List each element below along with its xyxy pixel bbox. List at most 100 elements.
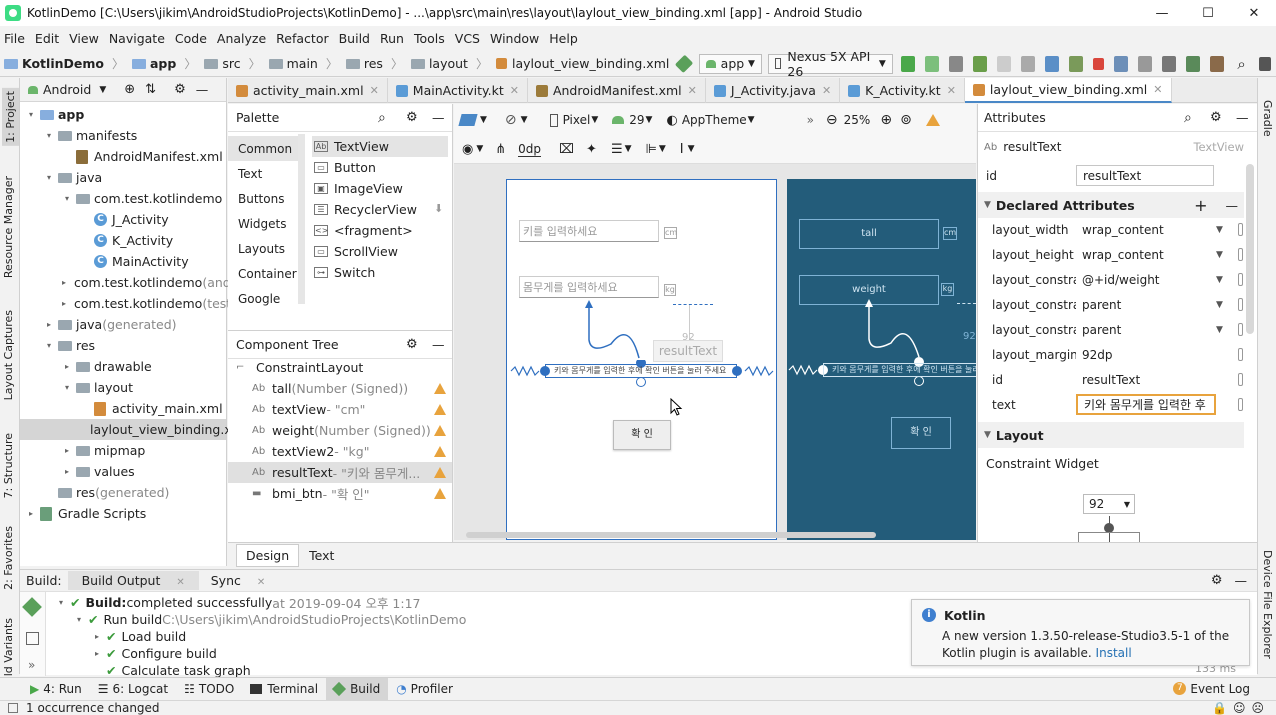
gear-icon[interactable]: ⚙ bbox=[406, 110, 418, 125]
coverage-icon[interactable] bbox=[948, 55, 963, 72]
blueprint-result[interactable]: 키와 몸무게를 입력한 후에 확인 버튼을 눌러 주세요 bbox=[823, 363, 976, 377]
warning-icon[interactable] bbox=[925, 114, 940, 126]
clear-constraints-icon[interactable]: ⌧ bbox=[559, 142, 574, 157]
palette-category[interactable]: Layouts bbox=[228, 236, 298, 261]
hide-icon[interactable]: — bbox=[1236, 110, 1249, 125]
zoom-fit-icon[interactable]: ⊚ bbox=[900, 112, 912, 128]
search-icon[interactable]: ⌕ bbox=[1237, 55, 1245, 73]
event-log-button[interactable]: 7 Event Log bbox=[1165, 678, 1258, 700]
menu-tools[interactable]: Tools bbox=[410, 31, 451, 46]
close-icon[interactable]: ✕ bbox=[170, 577, 190, 588]
palette-category[interactable]: Google bbox=[228, 286, 298, 311]
chevron-icon[interactable]: ▾ bbox=[62, 194, 72, 203]
tree-item[interactable]: C MainActivity bbox=[20, 251, 226, 272]
pick-resource-icon[interactable] bbox=[1238, 373, 1243, 386]
chevron-icon[interactable]: ▸ bbox=[92, 649, 102, 658]
locate-icon[interactable]: ⊕ bbox=[124, 82, 135, 97]
gear-icon[interactable]: ⚙ bbox=[174, 82, 186, 97]
blueprint-kg[interactable]: kg bbox=[941, 283, 954, 296]
tree-item[interactable]: ▾ app bbox=[20, 104, 226, 125]
pick-resource-icon[interactable] bbox=[1238, 298, 1243, 311]
build-row[interactable]: ▸ ✔ Load build bbox=[92, 628, 186, 645]
profile-icon[interactable] bbox=[1021, 55, 1036, 72]
layout-inspector-icon[interactable] bbox=[1210, 55, 1225, 72]
build-row[interactable]: ▸ ✔ Configure build bbox=[92, 645, 217, 662]
close-icon[interactable]: ✕ bbox=[688, 84, 697, 97]
tree-item[interactable]: ▸ java (generated) bbox=[20, 314, 226, 335]
warning-icon[interactable] bbox=[434, 467, 446, 478]
palette-scrollbar[interactable] bbox=[298, 134, 305, 304]
tree-item[interactable]: ▾ layout bbox=[20, 377, 226, 398]
menu-help[interactable]: Help bbox=[545, 31, 584, 46]
minimize-button[interactable]: — bbox=[1139, 0, 1185, 26]
default-margin[interactable]: 0dp bbox=[518, 142, 542, 157]
design-preview[interactable]: 키를 입력하세요 cm 몸무게를 입력하세요 kg resultText 92 … bbox=[506, 179, 777, 540]
tab-layout-captures[interactable]: Layout Captures bbox=[2, 310, 15, 400]
pick-resource-icon[interactable] bbox=[1238, 273, 1243, 286]
api-select[interactable]: 29 bbox=[629, 113, 644, 127]
menu-code[interactable]: Code bbox=[171, 31, 213, 46]
attribute-value[interactable]: resultText bbox=[1076, 369, 1216, 390]
stop-icon[interactable] bbox=[1093, 57, 1104, 70]
tree-item[interactable]: ▸ Gradle Scripts bbox=[20, 503, 226, 524]
editor-tab[interactable]: laylout_view_binding.xml ✕ bbox=[964, 78, 1172, 103]
gear-icon[interactable]: ⚙ bbox=[406, 337, 418, 352]
close-window-button[interactable]: ✕ bbox=[1231, 0, 1276, 26]
weight-edittext[interactable]: 몸무게를 입력하세요 bbox=[519, 276, 659, 298]
chevron-icon[interactable]: ▸ bbox=[62, 362, 72, 371]
menu-analyze[interactable]: Analyze bbox=[213, 31, 272, 46]
blueprint-cm[interactable]: cm bbox=[943, 227, 957, 240]
design-surface-icon[interactable] bbox=[458, 114, 478, 126]
zoom-in-icon[interactable]: ⊕ bbox=[880, 112, 892, 128]
palette-item[interactable]: ▣ ImageView bbox=[312, 178, 448, 199]
tree-item[interactable]: C K_Activity bbox=[20, 230, 226, 251]
more-icon[interactable]: » bbox=[807, 113, 814, 127]
settings-icon[interactable] bbox=[1258, 56, 1272, 71]
tree-item[interactable]: ▾ res bbox=[20, 335, 226, 356]
pick-resource-icon[interactable] bbox=[1238, 223, 1243, 236]
hide-icon[interactable]: — bbox=[432, 110, 445, 125]
chevron-icon[interactable]: ▾ bbox=[44, 131, 54, 140]
component-row[interactable]: ▬ bmi_btn - "확 인" bbox=[228, 483, 452, 504]
project-structure-icon[interactable] bbox=[1113, 55, 1129, 72]
palette-category[interactable]: Text bbox=[228, 161, 298, 186]
device-select[interactable]: Nexus 5X API 26 ▼ bbox=[767, 49, 893, 79]
palette-item[interactable]: <> <fragment> bbox=[312, 220, 448, 241]
align-icon[interactable]: ⊫ bbox=[646, 142, 657, 157]
breadcrumb-main[interactable]: main bbox=[265, 56, 322, 71]
orientation-icon[interactable]: ⊘ bbox=[505, 112, 517, 128]
tab-structure[interactable]: 7: Structure bbox=[2, 433, 15, 498]
run-config-select[interactable]: app ▼ bbox=[698, 53, 762, 74]
guidelines-icon[interactable]: I bbox=[680, 142, 684, 157]
palette-category[interactable]: Buttons bbox=[228, 186, 298, 211]
chevron-icon[interactable]: ▾ bbox=[26, 110, 36, 119]
chevron-icon[interactable]: ▸ bbox=[92, 632, 102, 641]
component-row[interactable]: Ab textView2- "kg" bbox=[228, 441, 452, 462]
more-icon[interactable]: » bbox=[28, 658, 35, 672]
editor-tab[interactable]: activity_main.xml ✕ bbox=[228, 78, 388, 103]
palette-item[interactable]: Ab TextView bbox=[312, 136, 448, 157]
pick-resource-icon[interactable] bbox=[1238, 348, 1243, 361]
search-icon[interactable]: ⌕ bbox=[378, 110, 386, 126]
attribute-value[interactable]: 키와 몸무게를 입력한 후 bbox=[1076, 394, 1216, 415]
tree-item[interactable]: ▸ com.test.kotlindemo (test) bbox=[20, 293, 236, 314]
warning-icon[interactable] bbox=[434, 404, 446, 415]
close-icon[interactable]: ✕ bbox=[370, 84, 379, 97]
attribute-value[interactable]: 92dp bbox=[1076, 344, 1216, 365]
menu-edit[interactable]: Edit bbox=[31, 31, 65, 46]
tab-build-output[interactable]: Build Output ✕ bbox=[67, 571, 199, 590]
pack-icon[interactable]: ☰ bbox=[611, 142, 623, 157]
menu-view[interactable]: View bbox=[65, 31, 105, 46]
breadcrumb-project[interactable]: KotlinDemo bbox=[0, 56, 108, 71]
menu-run[interactable]: Run bbox=[376, 31, 410, 46]
kotlin-update-notification[interactable]: i Kotlin A new version 1.3.50-release-St… bbox=[911, 599, 1250, 666]
apply-code-changes-icon[interactable] bbox=[924, 55, 939, 72]
result-textview[interactable]: 키와 몸무게를 입력한 후에 확인 버튼을 눌러 주세요 bbox=[545, 364, 737, 378]
component-row[interactable]: ⌐ ConstraintLayout bbox=[228, 357, 452, 378]
breadcrumb-file[interactable]: laylout_view_binding.xml bbox=[492, 56, 673, 71]
tree-item[interactable]: ▸ mipmap bbox=[20, 440, 226, 461]
tree-item[interactable]: AndroidManifest.xml bbox=[20, 146, 226, 167]
warning-icon[interactable] bbox=[434, 425, 446, 436]
chevron-icon[interactable]: ▸ bbox=[44, 320, 54, 329]
build-row[interactable]: ▾ ✔ Build: completed successfully at 2019-… bbox=[56, 594, 421, 611]
